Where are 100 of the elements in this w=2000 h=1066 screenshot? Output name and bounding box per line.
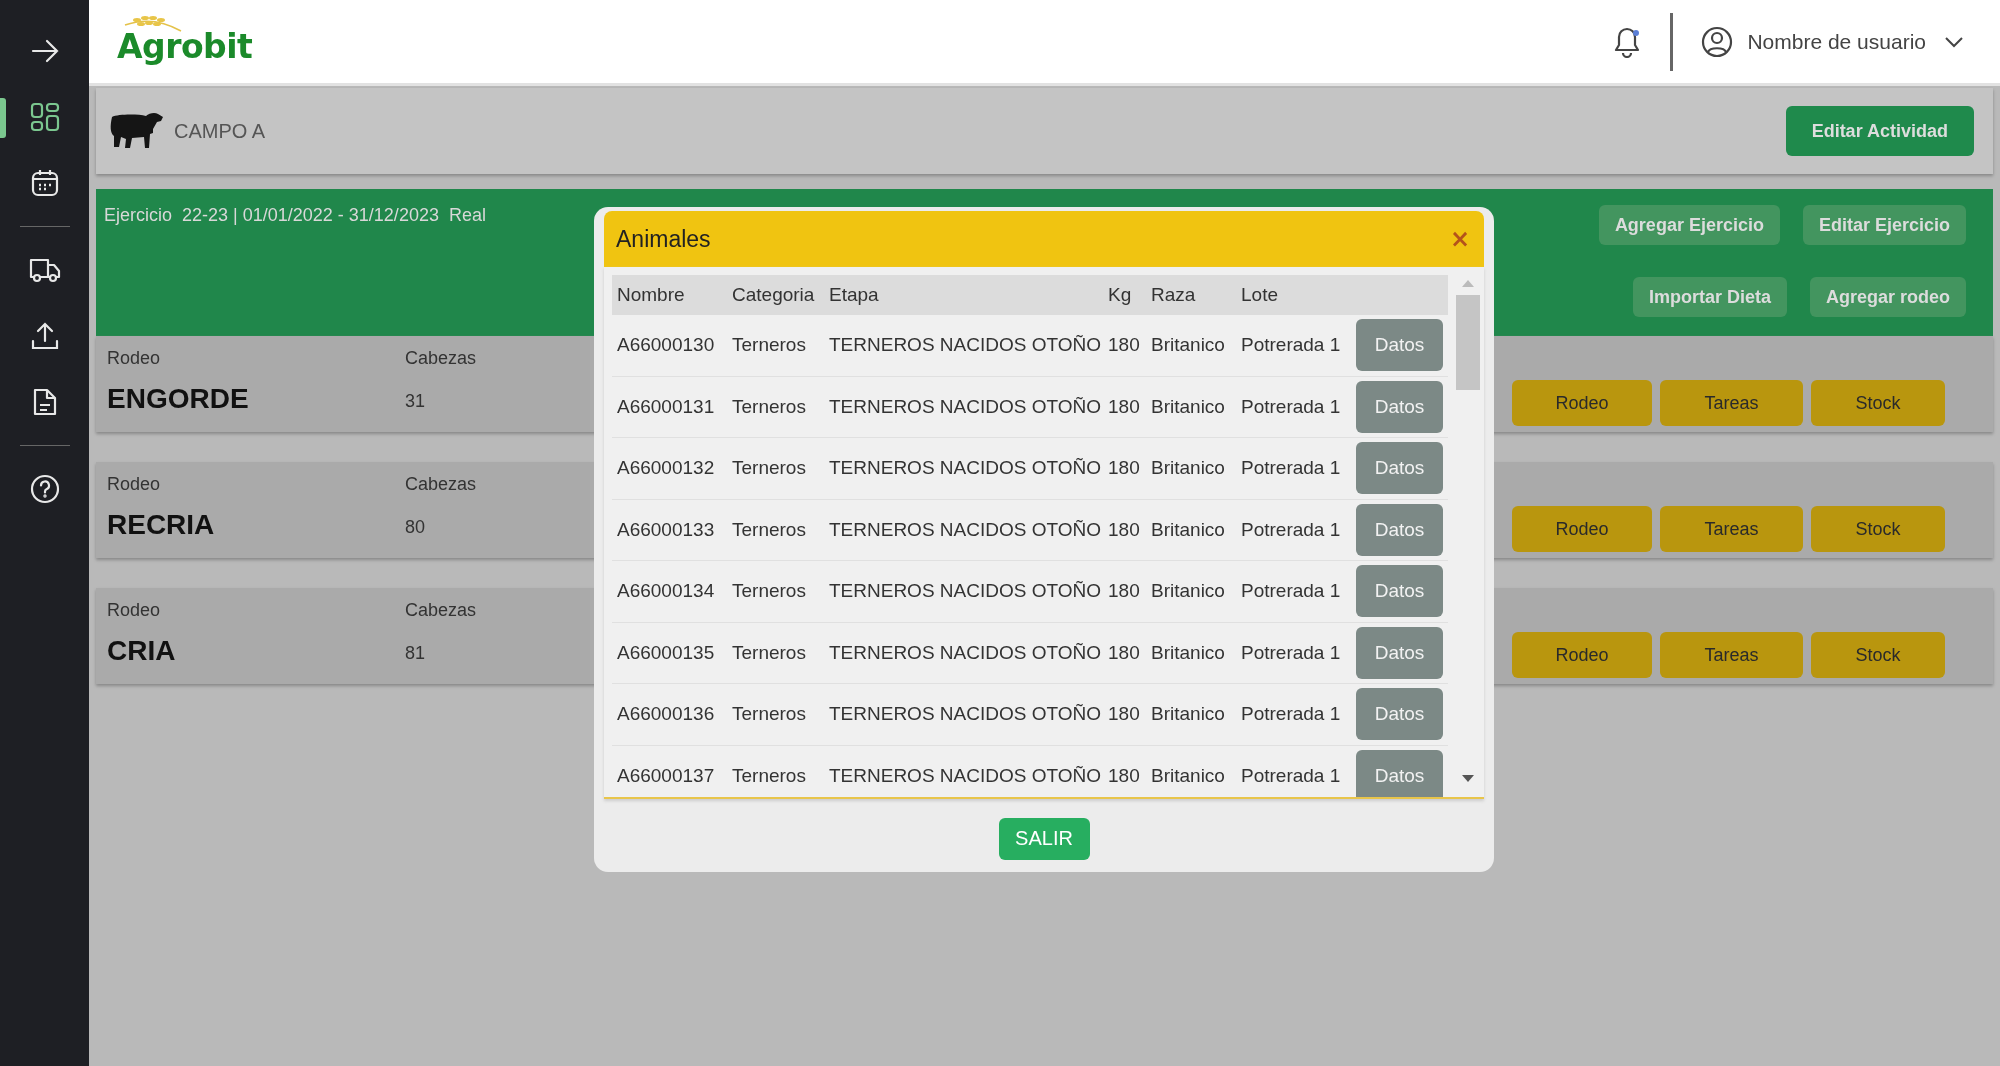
table-cell-text: TERNEROS NACIDOS OTOÑO — [829, 518, 1102, 541]
table-cell-text: 180 — [1108, 395, 1141, 418]
column-header: Raza — [1151, 284, 1197, 306]
document-icon — [31, 387, 58, 417]
details-button[interactable]: Datos — [1356, 503, 1443, 556]
heads-label: Cabezas — [405, 600, 478, 621]
table-cell-text: A66000134 — [617, 580, 716, 603]
details-button[interactable]: Datos — [1356, 626, 1443, 679]
herd-action-button[interactable]: Stock — [1811, 380, 1945, 426]
table-cell-text: Britanico — [1151, 764, 1226, 787]
table-cell-text: A66000133 — [617, 518, 716, 541]
exercise-label: Ejercicio — [104, 205, 173, 226]
upload-icon — [29, 321, 60, 351]
table-cell-text: TERNEROS NACIDOS OTOÑO — [829, 580, 1102, 603]
table-cell-text: Britanico — [1151, 518, 1226, 541]
details-button[interactable]: Datos — [1356, 565, 1443, 618]
help-icon — [29, 474, 60, 504]
column-header: Kg — [1108, 284, 1133, 306]
herd-action-button[interactable]: Stock — [1811, 632, 1945, 678]
herd-action-button[interactable]: Tareas — [1660, 632, 1803, 678]
herd-action-button[interactable]: Rodeo — [1512, 506, 1652, 552]
table-cell-text: TERNEROS NACIDOS OTOÑO — [829, 764, 1102, 787]
column-header: Categoria — [732, 284, 816, 306]
table-cell-text: Terneros — [732, 457, 807, 480]
herd-name: ENGORDE — [107, 383, 250, 415]
user-icon — [1701, 25, 1734, 58]
close-button[interactable]: × — [1447, 225, 1472, 253]
scrollbar-thumb[interactable] — [1456, 295, 1480, 390]
heads-label: Cabezas — [405, 474, 478, 495]
exercise-action-button[interactable]: Agregar rodeo — [1809, 277, 1966, 317]
calendar-icon — [29, 168, 60, 198]
exercise-action-button[interactable]: Importar Dieta — [1632, 277, 1787, 317]
column-header: Etapa — [829, 284, 880, 306]
logo: Agrobit — [117, 27, 253, 66]
table-cell-text: Britanico — [1151, 641, 1226, 664]
table-cell-text: Britanico — [1151, 457, 1226, 480]
herd-label: Rodeo — [107, 474, 162, 495]
table-cell-text: 180 — [1108, 580, 1141, 603]
herd-action-button[interactable]: Stock — [1811, 506, 1945, 552]
scroll-down-icon — [1462, 775, 1474, 783]
table-cell-text: A66000130 — [617, 334, 716, 357]
field-name: CAMPO A — [174, 119, 266, 143]
heads-label: Cabezas — [405, 348, 478, 369]
chevron-down-icon — [1944, 35, 1964, 48]
table-cell-text: 180 — [1108, 641, 1141, 664]
user-menu[interactable]: Nombre de usuario — [1701, 25, 1964, 58]
table-cell-text: A66000137 — [617, 764, 716, 787]
table-cell-text: Potrerada 1 — [1241, 334, 1342, 357]
table-cell-text: 180 — [1108, 457, 1141, 480]
table-cell-text: A66000132 — [617, 457, 716, 480]
table-cell-text: TERNEROS NACIDOS OTOÑO — [829, 703, 1102, 726]
herd-action-button[interactable]: Rodeo — [1512, 380, 1652, 426]
table-cell-text: Potrerada 1 — [1241, 395, 1342, 418]
table-cell-text: 180 — [1108, 334, 1141, 357]
exercise-action-button[interactable]: Agregar Ejercicio — [1598, 205, 1780, 245]
table-cell-text: Terneros — [732, 764, 807, 787]
table-cell-text: 180 — [1108, 703, 1141, 726]
dialog-title: Animales — [616, 225, 711, 253]
table-cell-text: A66000135 — [617, 641, 716, 664]
table-cell-text: Potrerada 1 — [1241, 641, 1342, 664]
herd-action-button[interactable]: Tareas — [1660, 506, 1803, 552]
edit-activity-button[interactable]: Editar Actividad — [1785, 106, 1974, 156]
herd-label: Rodeo — [107, 600, 162, 621]
herd-action-button[interactable]: Rodeo — [1512, 632, 1652, 678]
table-cell-text: Potrerada 1 — [1241, 457, 1342, 480]
column-header: Nombre — [617, 284, 686, 306]
exit-button[interactable]: SALIR — [998, 817, 1090, 860]
table-cell-text: Britanico — [1151, 395, 1226, 418]
table-cell-text: Terneros — [732, 334, 807, 357]
scroll-up-icon — [1462, 279, 1474, 287]
truck-icon — [28, 256, 61, 284]
exercise-action-button[interactable]: Editar Ejercicio — [1802, 205, 1966, 245]
table-cell-text: A66000136 — [617, 703, 716, 726]
exercise-period: 22-23 | 01/01/2022 - 31/12/2023 — [182, 205, 439, 226]
table-cell-text: 180 — [1108, 518, 1141, 541]
table-cell-text: TERNEROS NACIDOS OTOÑO — [829, 395, 1102, 418]
table-cell-text: 180 — [1108, 764, 1141, 787]
table-cell-text: Terneros — [732, 641, 807, 664]
herd-name: CRIA — [107, 635, 177, 667]
table-cell-text: Potrerada 1 — [1241, 518, 1342, 541]
details-button[interactable]: Datos — [1356, 688, 1443, 741]
table-cell-text: Britanico — [1151, 334, 1226, 357]
table-cell-text: A66000131 — [617, 395, 716, 418]
details-button[interactable]: Datos — [1356, 319, 1443, 372]
table-cell-text: Terneros — [732, 518, 807, 541]
table-cell-text: Britanico — [1151, 703, 1226, 726]
table-cell-text: Terneros — [732, 703, 807, 726]
details-button[interactable]: Datos — [1356, 442, 1443, 495]
herd-action-button[interactable]: Tareas — [1660, 380, 1803, 426]
details-button[interactable]: Datos — [1356, 749, 1443, 797]
table-cell-text: TERNEROS NACIDOS OTOÑO — [829, 334, 1102, 357]
dashboard-icon — [29, 102, 60, 132]
herd-label: Rodeo — [107, 348, 162, 369]
table-cell-text: Potrerada 1 — [1241, 764, 1342, 787]
table-cell-text: Terneros — [732, 395, 807, 418]
exercise-type: Real — [448, 205, 486, 226]
details-button[interactable]: Datos — [1356, 380, 1443, 433]
table-cell-text: TERNEROS NACIDOS OTOÑO — [829, 641, 1102, 664]
table-cell-text: Potrerada 1 — [1241, 580, 1342, 603]
table-cell-text: Terneros — [732, 580, 807, 603]
